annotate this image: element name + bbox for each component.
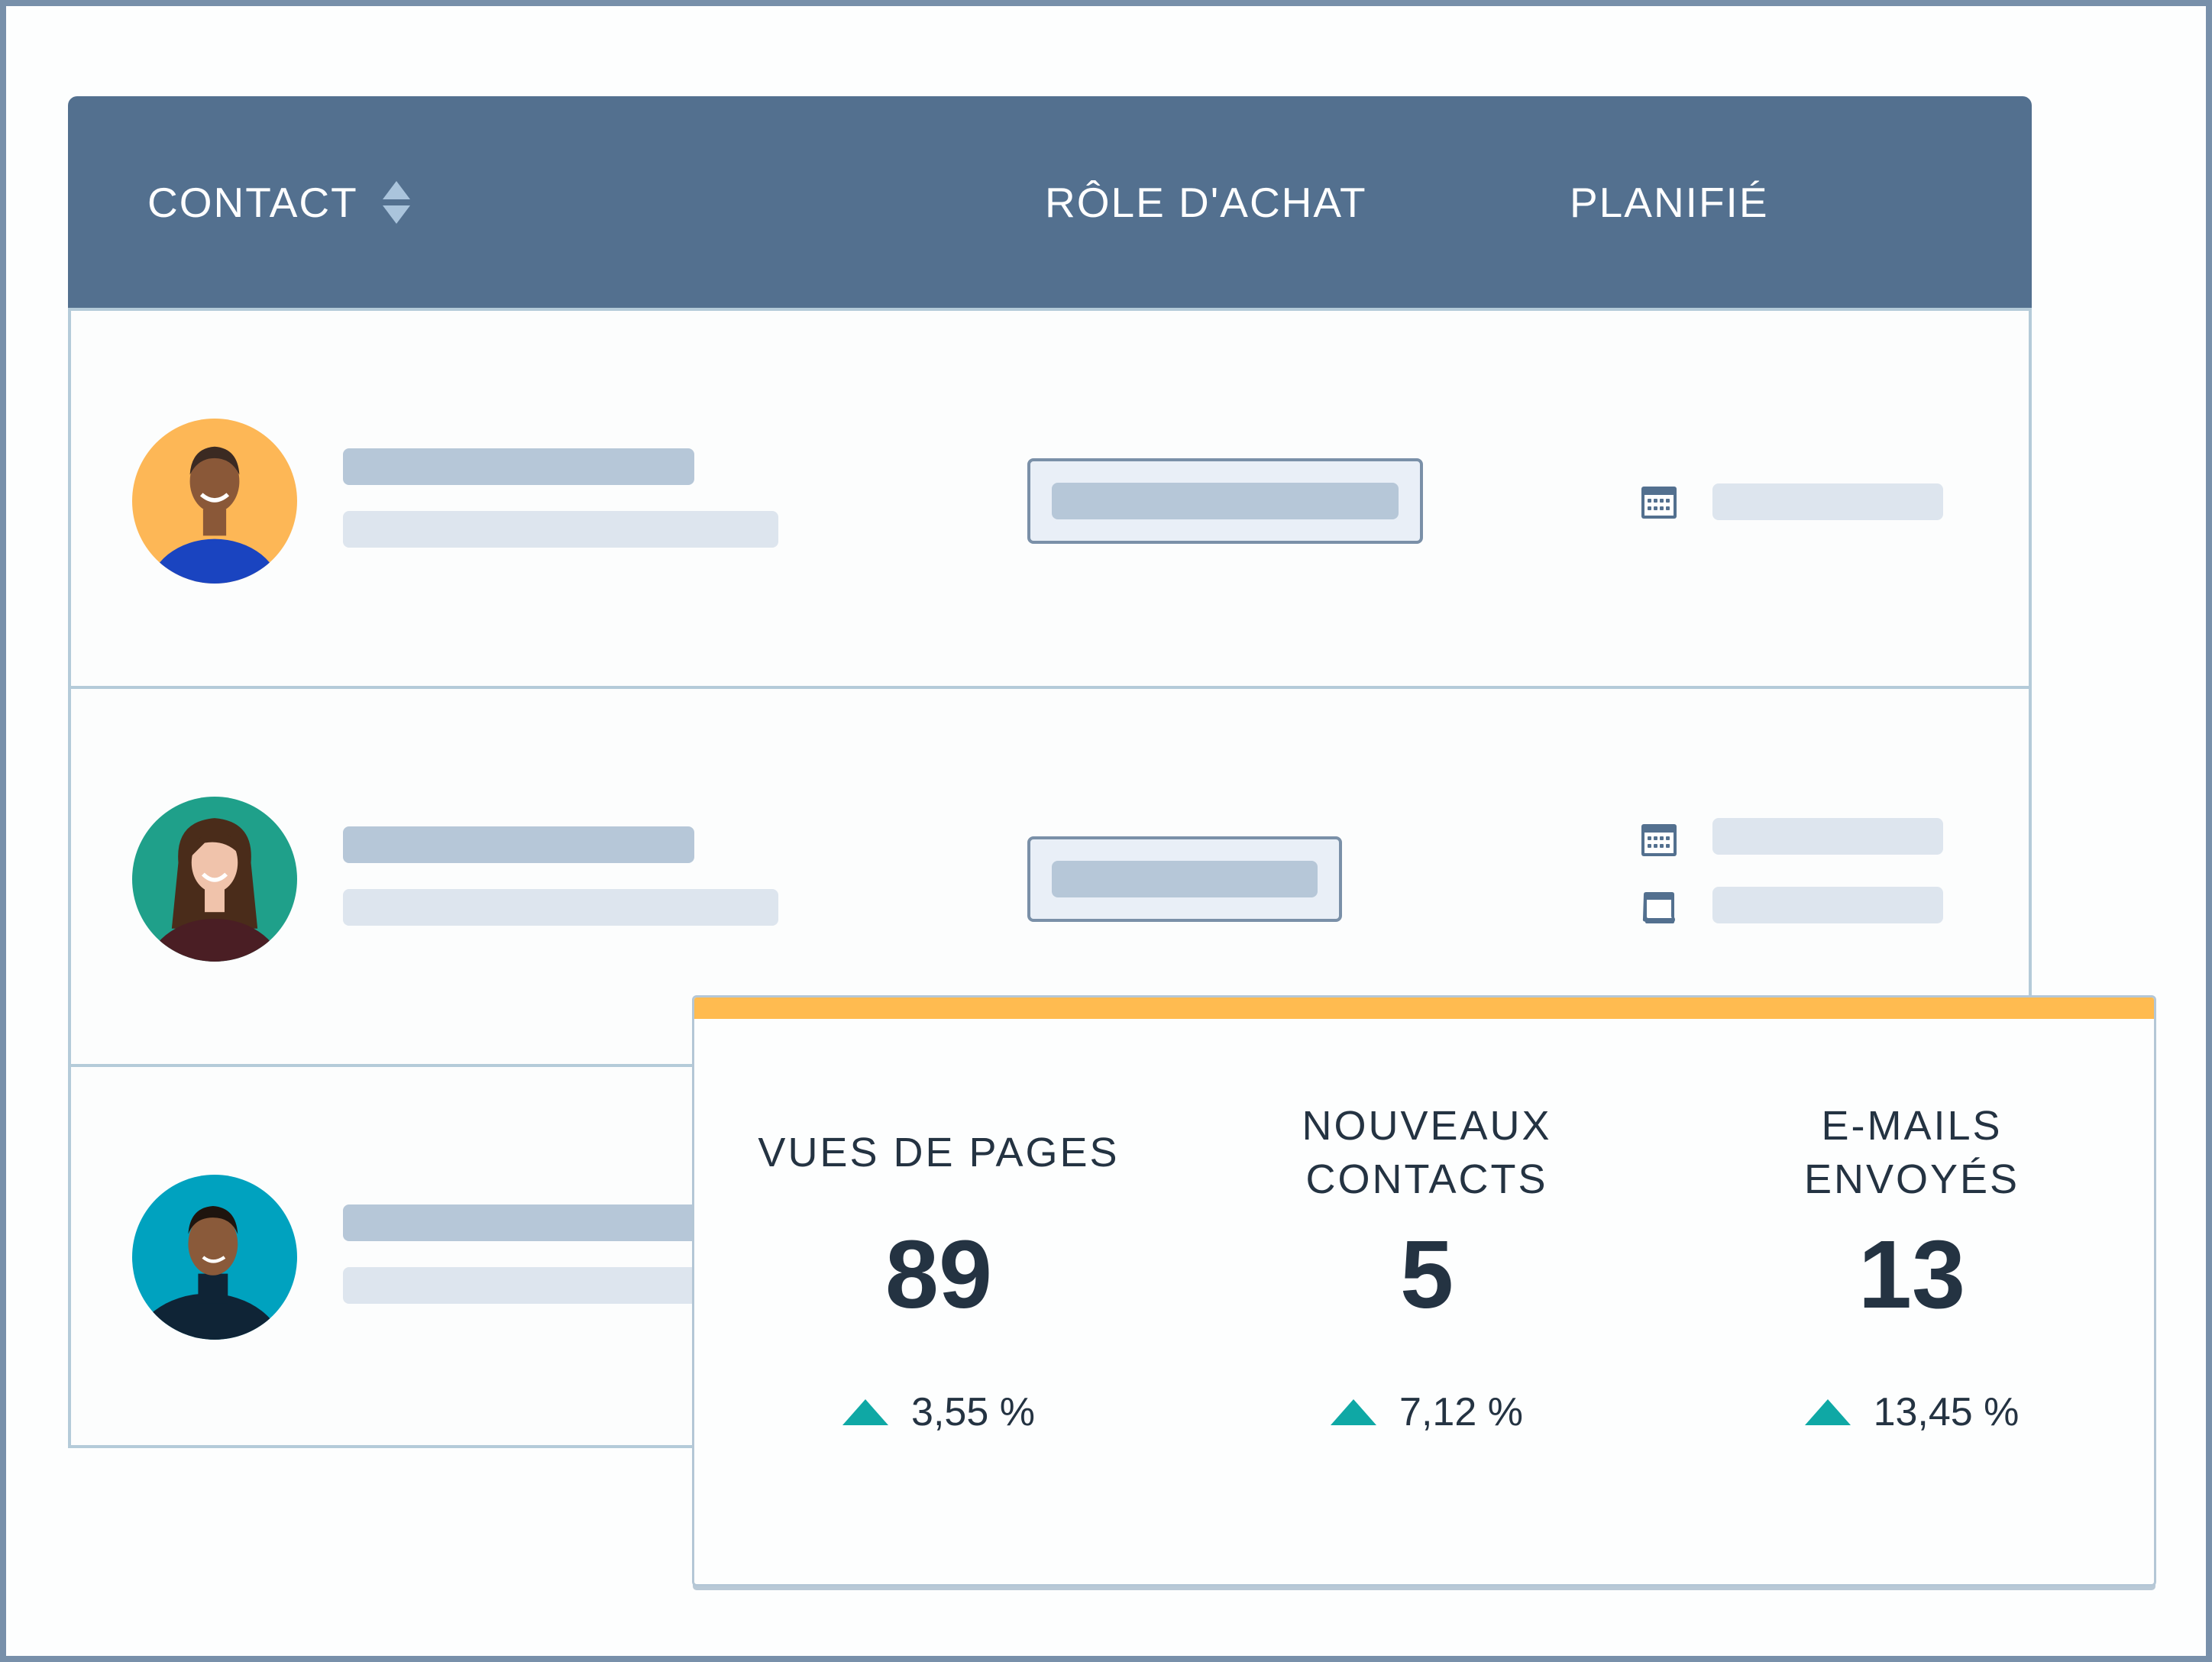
buying-role-chip[interactable] — [1027, 458, 1423, 544]
contact-photo — [132, 419, 297, 584]
avatar — [132, 1175, 297, 1340]
metric-delta-value: 13,45 % — [1873, 1390, 2020, 1434]
screenshot-frame: CONTACT RÔLE D'ACHAT PLANIFIÉ VUES DE PA… — [0, 0, 2212, 1662]
contact-email-placeholder — [343, 511, 778, 548]
scheduled-date-placeholder — [1712, 483, 1943, 520]
metric-label: E-MAILS ENVOYÉS — [1803, 1103, 2020, 1202]
buying-role-placeholder — [1052, 483, 1399, 519]
contact-name-placeholder — [343, 1204, 710, 1241]
card-accent-bar — [694, 998, 2154, 1019]
metrics-card: VUES DE PAGES 89 3,55 % NOUVEAUX CONTACT… — [692, 995, 2156, 1586]
column-header-scheduled[interactable]: PLANIFIÉ — [1570, 96, 1769, 308]
contact-email-placeholder — [343, 1267, 710, 1304]
table-header: CONTACT RÔLE D'ACHAT PLANIFIÉ — [68, 96, 2032, 311]
column-header-role[interactable]: RÔLE D'ACHAT — [1045, 96, 1367, 308]
scheduled-date-placeholder — [1712, 818, 1943, 855]
metric-value: 13 — [1858, 1221, 1966, 1328]
trend-up-icon — [842, 1399, 889, 1425]
sort-ascending-icon — [382, 180, 410, 199]
metric-value: 89 — [884, 1221, 993, 1328]
metric-delta-value: 7,12 % — [1399, 1390, 1523, 1434]
column-header-contact-label: CONTACT — [147, 178, 358, 226]
metric-label: VUES DE PAGES — [758, 1130, 1120, 1175]
calendar-icon — [1641, 487, 1677, 519]
sort-descending-icon — [382, 205, 410, 224]
metric-delta: 7,12 % — [1182, 1386, 1671, 1439]
metric-delta-value: 3,55 % — [911, 1390, 1035, 1434]
tear-off-calendar-icon — [1642, 892, 1675, 923]
column-header-contact[interactable]: CONTACT — [147, 96, 410, 308]
contact-photo — [132, 797, 297, 962]
scheduled-date-placeholder — [1712, 887, 1943, 923]
column-header-scheduled-label: PLANIFIÉ — [1570, 178, 1769, 226]
contact-name-placeholder — [343, 826, 694, 863]
trend-up-icon — [1804, 1399, 1851, 1425]
metric-delta: 13,45 % — [1667, 1386, 2154, 1439]
contact-email-placeholder — [343, 889, 778, 926]
sort-up-down-icon[interactable] — [382, 180, 410, 224]
buying-role-placeholder — [1052, 861, 1318, 897]
metric-delta: 3,55 % — [694, 1386, 1183, 1439]
column-header-role-label: RÔLE D'ACHAT — [1045, 178, 1367, 226]
table-row[interactable] — [71, 311, 2029, 689]
metric-new-contacts: NOUVEAUX CONTACTS 5 7,12 % — [1182, 1019, 1671, 1584]
buying-role-chip[interactable] — [1027, 836, 1342, 922]
calendar-icon — [1641, 824, 1677, 856]
metric-emails-sent: E-MAILS ENVOYÉS 13 13,45 % — [1667, 1019, 2154, 1584]
metric-page-views: VUES DE PAGES 89 3,55 % — [694, 1019, 1183, 1584]
trend-up-icon — [1331, 1399, 1377, 1425]
avatar — [132, 419, 297, 584]
contact-photo — [132, 1175, 297, 1340]
contact-name-placeholder — [343, 448, 694, 485]
metric-label: NOUVEAUX CONTACTS — [1302, 1103, 1552, 1202]
metric-value: 5 — [1399, 1221, 1454, 1328]
avatar — [132, 797, 297, 962]
